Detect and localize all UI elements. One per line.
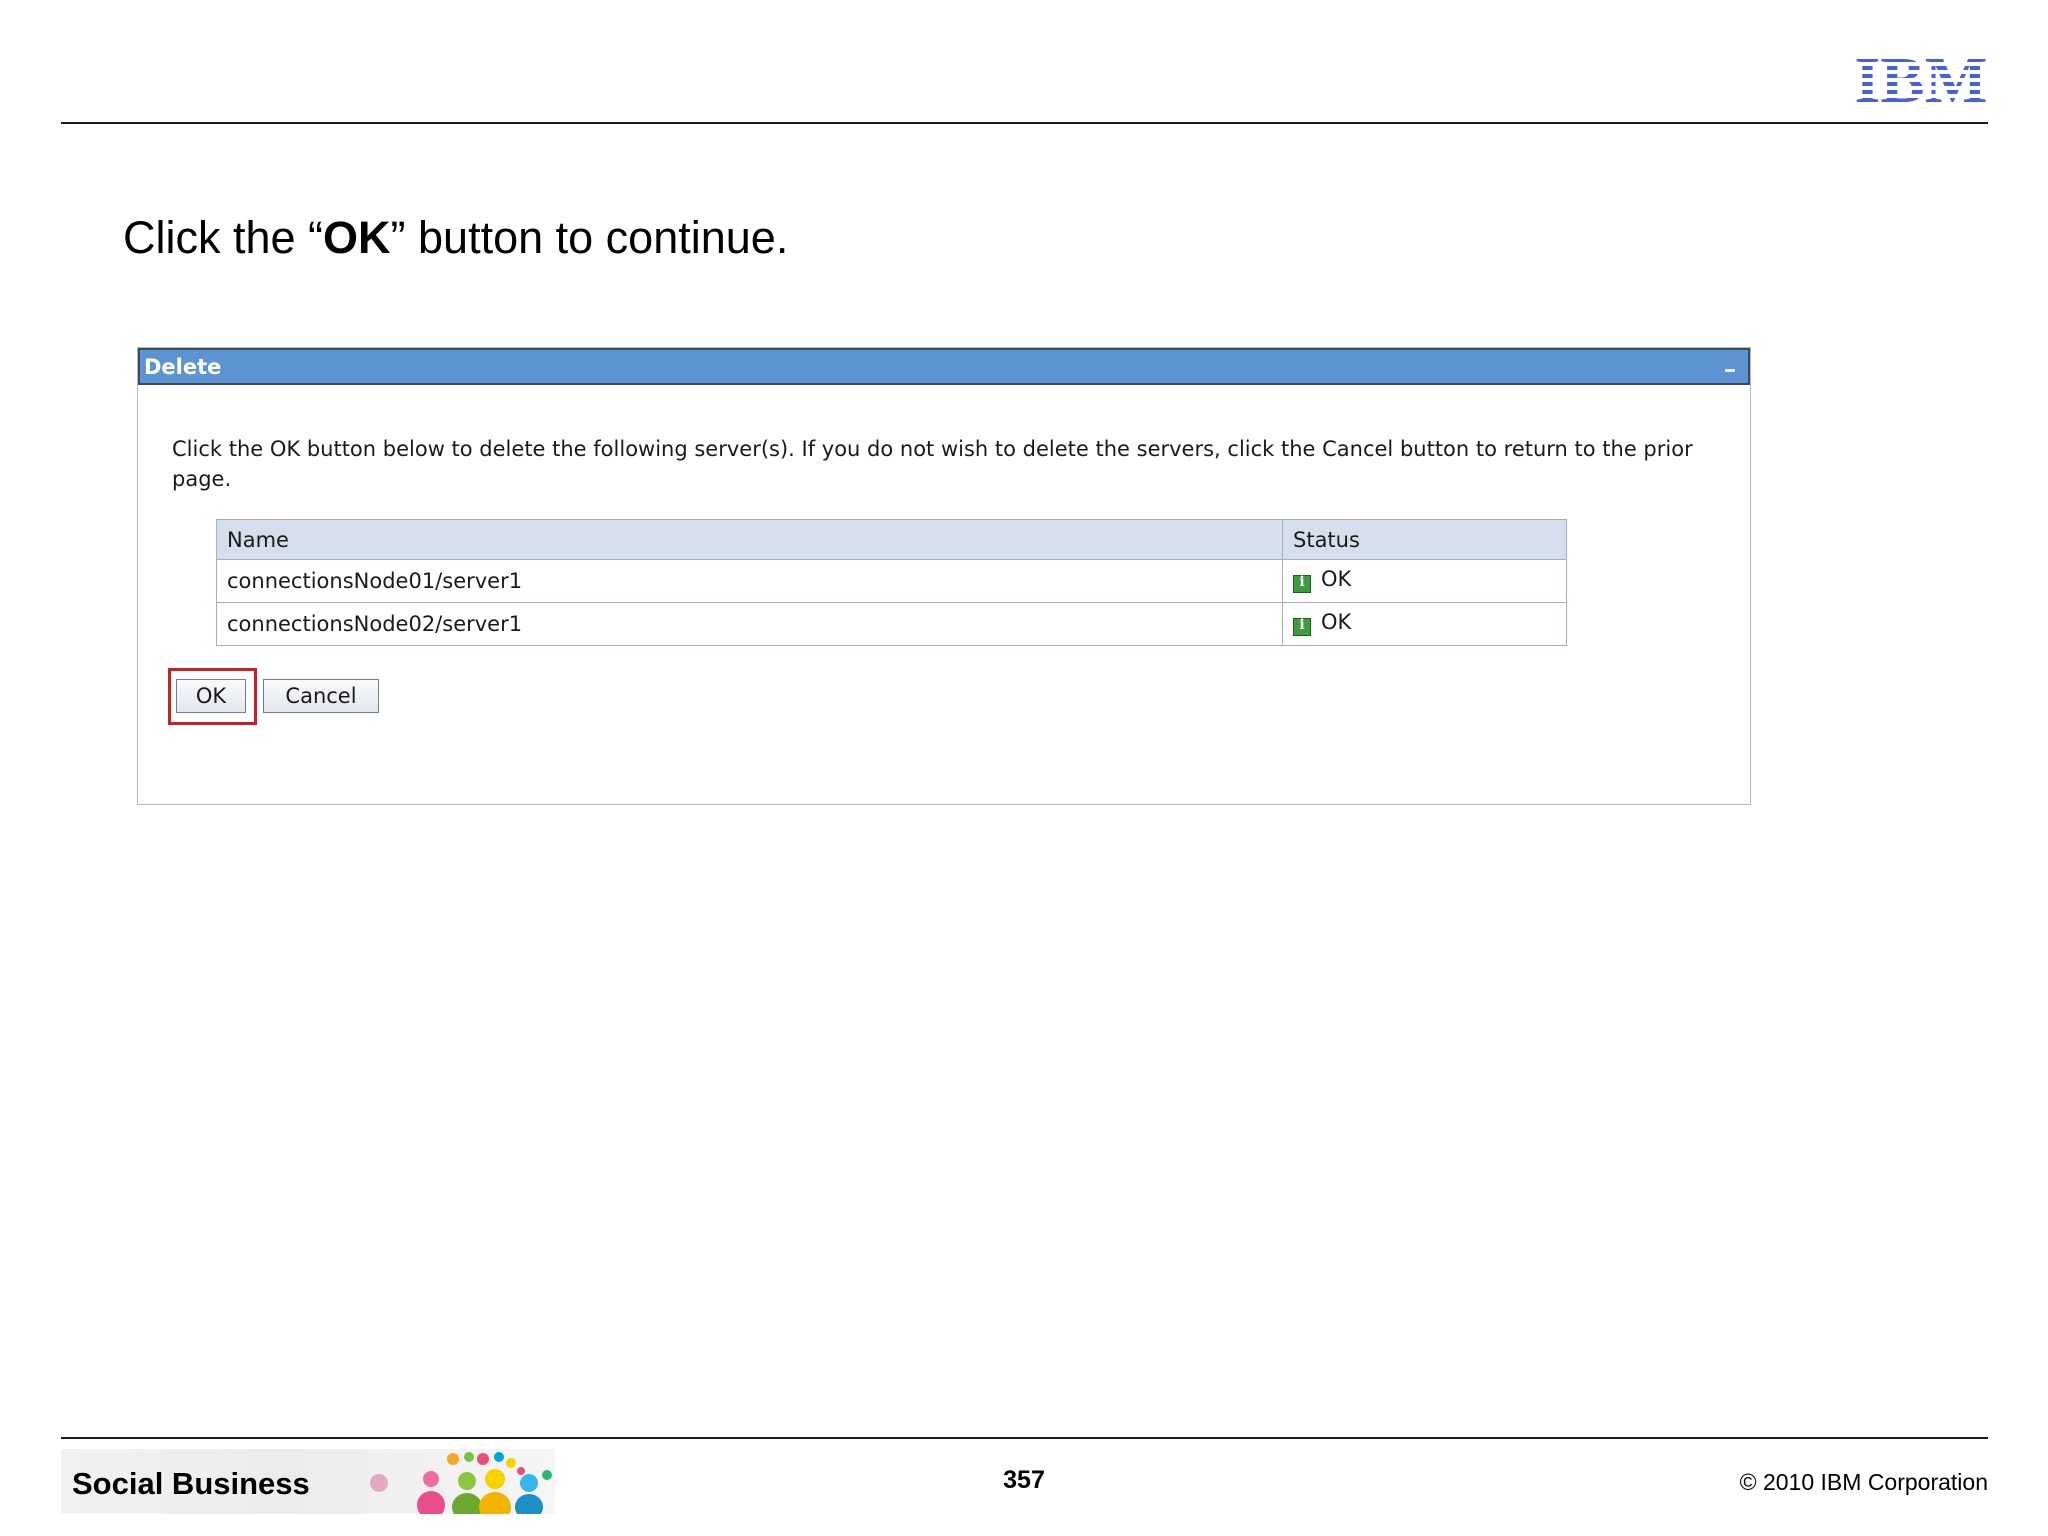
status-text: OK — [1321, 609, 1352, 634]
instruction-emphasis: OK — [323, 212, 391, 263]
cancel-button[interactable]: Cancel — [263, 679, 379, 713]
table-header-row: Name Status — [216, 519, 1567, 560]
minimize-icon[interactable] — [1722, 360, 1738, 374]
status-text: OK — [1321, 566, 1352, 591]
info-icon — [1293, 617, 1311, 636]
dialog-title-bar: Delete — [138, 348, 1750, 385]
table-row: connectionsNode02/server1 OK — [216, 602, 1567, 646]
header-divider — [61, 122, 1988, 124]
server-name-cell: connectionsNode01/server1 — [216, 559, 1283, 603]
table-row: connectionsNode01/server1 OK — [216, 559, 1567, 603]
social-business-banner: Social Business — [61, 1449, 555, 1514]
server-name-cell: connectionsNode02/server1 — [216, 602, 1283, 646]
column-header-status: Status — [1282, 519, 1567, 560]
instruction-prefix: Click the “ — [123, 212, 324, 263]
copyright-notice: © 2010 IBM Corporation — [1739, 1469, 1988, 1495]
banner-title: Social Business — [72, 1466, 310, 1501]
ok-button[interactable]: OK — [176, 679, 246, 713]
page-number: 357 — [1003, 1466, 1045, 1494]
dialog-message: Click the OK button below to delete the … — [172, 437, 1693, 491]
footer-divider — [61, 1437, 1988, 1439]
column-header-name: Name — [216, 519, 1283, 560]
ibm-logo: IBM — [1855, 50, 1988, 106]
status-cell: OK — [1282, 559, 1567, 603]
instruction-suffix: ” button to continue. — [390, 212, 789, 263]
info-icon — [1293, 574, 1311, 593]
server-table: Name Status connectionsNode01/server1 OK… — [216, 519, 1567, 646]
delete-dialog: Delete Click the OK button below to dele… — [137, 347, 1751, 805]
status-cell: OK — [1282, 602, 1567, 646]
people-illustration — [370, 1452, 552, 1514]
dialog-title: Delete — [144, 355, 222, 379]
instruction-heading: Click the “OK” button to continue. — [123, 212, 788, 264]
svg-text:IBM: IBM — [1855, 50, 1988, 106]
